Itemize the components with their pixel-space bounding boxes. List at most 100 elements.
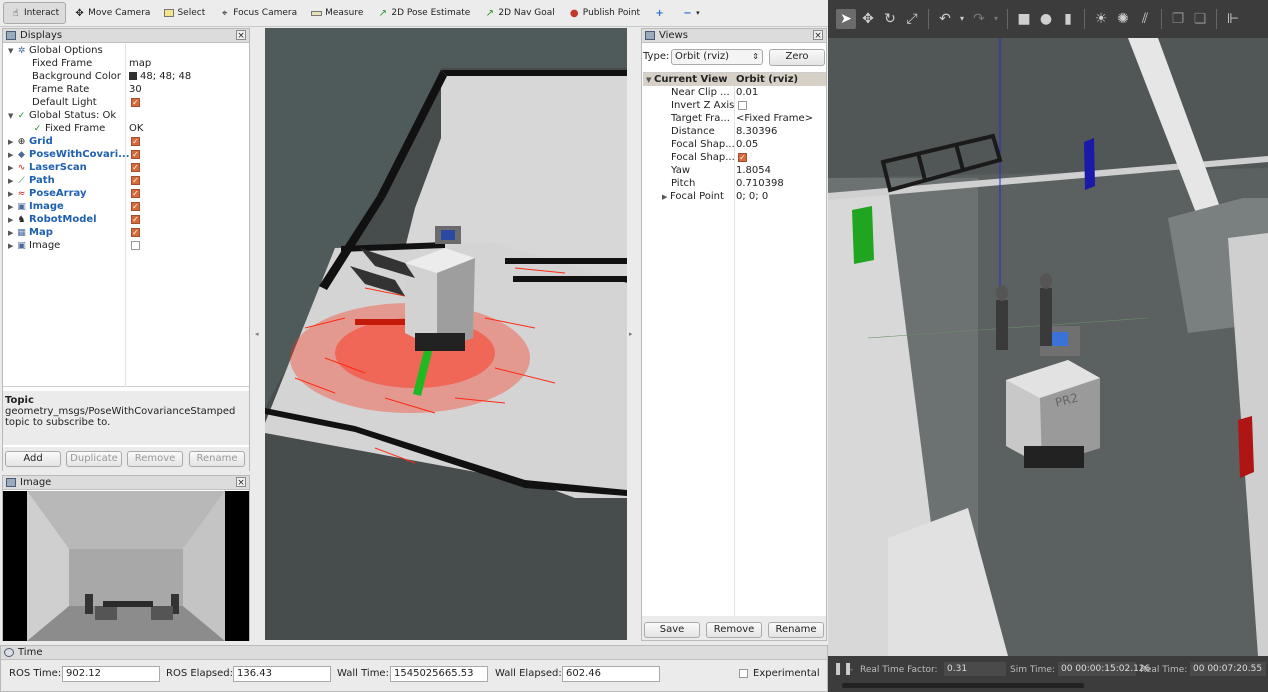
gazebo-scrollbar[interactable] bbox=[842, 683, 1084, 688]
close-icon[interactable]: × bbox=[813, 30, 823, 41]
close-icon[interactable]: × bbox=[236, 477, 246, 488]
splitter-left[interactable]: ◂ bbox=[255, 330, 259, 338]
remove-display-button[interactable]: Remove bbox=[127, 451, 183, 467]
display-item-laserscan[interactable]: ▶ ∿ LaserScan bbox=[8, 161, 87, 174]
view-type-select[interactable]: Orbit (rviz) ⇕ bbox=[671, 49, 763, 65]
tree-row-fixed-frame[interactable]: Fixed Frame bbox=[32, 57, 92, 70]
publish-point-tool-button[interactable]: ● Publish Point bbox=[563, 2, 646, 24]
real-time-label: Real Time: bbox=[1140, 665, 1188, 675]
tree-row-global-status[interactable]: ▼ ✓ Global Status: Ok bbox=[8, 109, 116, 122]
rviz-3d-viewport[interactable] bbox=[265, 28, 627, 640]
gazebo-3d-scene[interactable]: PR2 bbox=[828, 38, 1268, 656]
spot-light-icon[interactable]: ✺ bbox=[1113, 9, 1133, 29]
fixed-frame-value[interactable]: map bbox=[129, 57, 151, 70]
zero-button[interactable]: Zero bbox=[769, 49, 825, 66]
prop-near-clip[interactable]: Near Clip ... bbox=[671, 86, 730, 99]
translate-icon[interactable]: ✥ bbox=[858, 9, 878, 29]
move-camera-tool-button[interactable]: ✥ Move Camera bbox=[68, 2, 156, 24]
prop-focal-shape-size-value[interactable]: 0.05 bbox=[736, 138, 758, 151]
align-icon[interactable]: ⊩ bbox=[1223, 9, 1243, 29]
frame-rate-value[interactable]: 30 bbox=[129, 83, 142, 96]
prop-focal-point[interactable]: ▶ Focal Point bbox=[662, 190, 724, 203]
select-arrow-icon[interactable]: ➤ bbox=[836, 9, 856, 29]
directional-light-icon[interactable]: ⫽ bbox=[1135, 9, 1155, 29]
add-tool-button[interactable]: + bbox=[648, 2, 674, 24]
cylinder-shape-icon[interactable]: ▮ bbox=[1058, 9, 1078, 29]
prop-target-frame-value[interactable]: <Fixed Frame> bbox=[736, 112, 813, 125]
path-checkbox[interactable]: ✓ bbox=[131, 174, 140, 187]
ros-time-field[interactable]: 902.12 bbox=[62, 666, 160, 682]
redo-icon[interactable]: ↷ bbox=[969, 9, 989, 29]
pose-with-covariance-checkbox[interactable]: ✓ bbox=[131, 148, 140, 161]
prop-near-clip-value[interactable]: 0.01 bbox=[736, 86, 758, 99]
tree-row-background-color[interactable]: Background Color bbox=[32, 70, 121, 83]
chevron-down-icon[interactable]: ▾ bbox=[957, 9, 967, 29]
box-shape-icon[interactable]: ■ bbox=[1014, 9, 1034, 29]
chevron-down-icon[interactable]: ▾ bbox=[991, 9, 1001, 29]
display-item-path[interactable]: ▶ ⟋ Path bbox=[8, 174, 55, 187]
display-item-map[interactable]: ▶ ▦ Map bbox=[8, 226, 53, 239]
rename-display-button[interactable]: Rename bbox=[189, 451, 245, 467]
tree-row-default-light[interactable]: Default Light bbox=[32, 96, 97, 109]
undo-icon[interactable]: ↶ bbox=[935, 9, 955, 29]
tree-row-status-fixed-frame[interactable]: ✓ Fixed Frame bbox=[32, 122, 106, 135]
laserscan-checkbox[interactable]: ✓ bbox=[131, 161, 140, 174]
display-item-image-2[interactable]: ▶ ▣ Image bbox=[8, 239, 60, 252]
remove-tool-button[interactable]: − ▾ bbox=[676, 2, 706, 24]
prop-focal-point-value[interactable]: 0; 0; 0 bbox=[736, 190, 768, 203]
prop-pitch[interactable]: Pitch bbox=[671, 177, 695, 190]
remove-view-button[interactable]: Remove bbox=[706, 622, 762, 638]
pose-estimate-tool-button[interactable]: ↗ 2D Pose Estimate bbox=[371, 2, 476, 24]
save-view-button[interactable]: Save bbox=[644, 622, 700, 638]
display-item-posearray[interactable]: ▶ ≈ PoseArray bbox=[8, 187, 87, 200]
prop-yaw-value[interactable]: 1.8054 bbox=[736, 164, 771, 177]
wall-elapsed-field[interactable]: 602.46 bbox=[562, 666, 660, 682]
map-checkbox[interactable]: ✓ bbox=[131, 226, 140, 239]
display-item-pose-with-covariance[interactable]: ▶ ◆ PoseWithCovari... bbox=[8, 148, 130, 161]
copy-icon[interactable]: ❐ bbox=[1168, 9, 1188, 29]
default-light-checkbox[interactable]: ✓ bbox=[131, 96, 140, 109]
prop-pitch-value[interactable]: 0.710398 bbox=[736, 177, 784, 190]
sphere-shape-icon[interactable]: ● bbox=[1036, 9, 1056, 29]
prop-focal-shape-size[interactable]: Focal Shap... bbox=[671, 138, 735, 151]
splitter-right[interactable]: ▸ bbox=[629, 330, 633, 338]
prop-distance[interactable]: Distance bbox=[671, 125, 715, 138]
rename-view-button[interactable]: Rename bbox=[768, 622, 824, 638]
gear-icon: ✲ bbox=[17, 46, 26, 56]
image-checkbox[interactable]: ✓ bbox=[131, 200, 140, 213]
scale-icon[interactable]: ⤢ bbox=[902, 9, 922, 29]
display-item-robotmodel[interactable]: ▶ ♞ RobotModel bbox=[8, 213, 97, 226]
prop-target-frame[interactable]: Target Fra... bbox=[671, 112, 730, 125]
posearray-checkbox[interactable]: ✓ bbox=[131, 187, 140, 200]
close-icon[interactable]: × bbox=[236, 30, 246, 41]
invert-z-axis-checkbox[interactable] bbox=[738, 99, 747, 112]
prop-yaw[interactable]: Yaw bbox=[671, 164, 690, 177]
measure-tool-button[interactable]: Measure bbox=[305, 2, 369, 24]
display-item-grid[interactable]: ▶ ⊕ Grid bbox=[8, 135, 53, 148]
add-display-button[interactable]: Add bbox=[5, 451, 61, 467]
background-color-value[interactable]: 48; 48; 48 bbox=[129, 70, 191, 83]
duplicate-display-button[interactable]: Duplicate bbox=[66, 451, 122, 467]
prop-invert-z-axis[interactable]: Invert Z Axis bbox=[671, 99, 734, 112]
tree-row-global-options[interactable]: ▼ ✲ Global Options bbox=[8, 44, 103, 57]
grid-checkbox[interactable]: ✓ bbox=[131, 135, 140, 148]
nav-goal-tool-button[interactable]: ↗ 2D Nav Goal bbox=[478, 2, 560, 24]
current-view-row[interactable]: ▼ Current View bbox=[646, 73, 728, 86]
prop-focal-shape-fixed[interactable]: Focal Shap... bbox=[671, 151, 735, 164]
robotmodel-checkbox[interactable]: ✓ bbox=[131, 213, 140, 226]
ros-elapsed-field[interactable]: 136.43 bbox=[233, 666, 331, 682]
prop-distance-value[interactable]: 8.30396 bbox=[736, 125, 777, 138]
select-tool-button[interactable]: Select bbox=[158, 2, 211, 24]
paste-icon[interactable]: ❏ bbox=[1190, 9, 1210, 29]
wall-time-field[interactable]: 1545025665.53 bbox=[390, 666, 488, 682]
interact-tool-button[interactable]: ☝ Interact bbox=[3, 2, 67, 24]
focal-shape-fixed-checkbox[interactable]: ✓ bbox=[738, 151, 747, 164]
experimental-checkbox[interactable]: Experimental bbox=[739, 666, 820, 682]
tree-row-frame-rate[interactable]: Frame Rate bbox=[32, 83, 89, 96]
point-light-icon[interactable]: ☀ bbox=[1091, 9, 1111, 29]
rotate-icon[interactable]: ↻ bbox=[880, 9, 900, 29]
display-item-image[interactable]: ▶ ▣ Image bbox=[8, 200, 64, 213]
image-2-checkbox[interactable] bbox=[131, 239, 140, 252]
focus-camera-tool-button[interactable]: ⌖ Focus Camera bbox=[213, 2, 303, 24]
step-icon[interactable]: - bbox=[850, 664, 853, 676]
